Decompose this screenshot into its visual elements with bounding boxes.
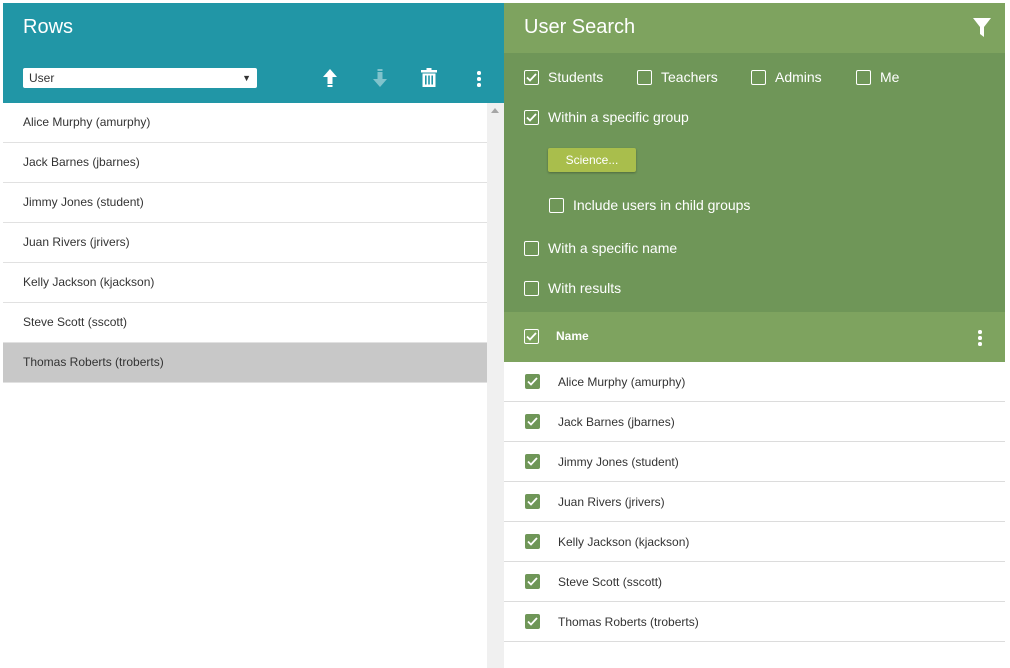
- checkbox-icon: [856, 69, 871, 85]
- row-label: Jimmy Jones (student): [558, 455, 679, 469]
- teachers-label: Teachers: [661, 69, 718, 85]
- list-item[interactable]: Steve Scott (sscott): [3, 303, 487, 343]
- table-row[interactable]: Steve Scott (sscott): [504, 562, 1005, 602]
- table-row[interactable]: Kelly Jackson (kjackson): [504, 522, 1005, 562]
- search-filters: Students Teachers Admins Me Within a spe…: [504, 53, 1005, 312]
- within-group-label: Within a specific group: [548, 109, 689, 125]
- checkbox-checked-icon: [524, 329, 539, 344]
- checkbox-checked-icon[interactable]: [525, 414, 540, 429]
- within-group-checkbox[interactable]: Within a specific group: [524, 109, 689, 125]
- more-vert-icon[interactable]: [978, 330, 982, 346]
- include-child-groups-label: Include users in child groups: [573, 197, 751, 213]
- filter-icon[interactable]: [973, 18, 991, 43]
- admins-label: Admins: [775, 69, 822, 85]
- results-list: Alice Murphy (amurphy) Jack Barnes (jbar…: [504, 362, 1005, 642]
- checkbox-checked-icon: [524, 109, 539, 125]
- checkbox-icon: [637, 69, 652, 85]
- select-all-checkbox[interactable]: [524, 329, 548, 344]
- user-search-title: User Search: [524, 16, 636, 38]
- list-item[interactable]: Kelly Jackson (kjackson): [3, 263, 487, 303]
- table-row[interactable]: Juan Rivers (jrivers): [504, 482, 1005, 522]
- table-row[interactable]: Thomas Roberts (troberts): [504, 602, 1005, 642]
- students-checkbox[interactable]: Students: [524, 69, 603, 85]
- checkbox-checked-icon[interactable]: [525, 374, 540, 389]
- rows-panel: Rows User ▼ Alice Murphy (amurphy) Jack …: [3, 3, 504, 668]
- chevron-down-icon: ▼: [242, 73, 251, 83]
- row-label: Juan Rivers (jrivers): [558, 495, 665, 509]
- list-item[interactable]: Alice Murphy (amurphy): [3, 103, 487, 143]
- checkbox-checked-icon[interactable]: [525, 614, 540, 629]
- rows-header: Rows User ▼: [3, 3, 504, 103]
- with-results-checkbox[interactable]: With results: [524, 280, 621, 296]
- row-label: Kelly Jackson (kjackson): [558, 535, 690, 549]
- rows-title: Rows: [23, 16, 74, 38]
- include-child-groups-checkbox[interactable]: Include users in child groups: [549, 197, 750, 213]
- move-down-icon[interactable]: [369, 66, 391, 90]
- group-select-button[interactable]: Science...: [548, 148, 636, 172]
- checkbox-checked-icon[interactable]: [525, 454, 540, 469]
- user-search-panel: User Search Students Teachers Admins Me: [504, 3, 1005, 668]
- rows-list: Alice Murphy (amurphy) Jack Barnes (jbar…: [3, 103, 487, 383]
- delete-icon[interactable]: [418, 66, 440, 90]
- scrollbar[interactable]: [487, 103, 504, 668]
- checkbox-icon: [751, 69, 766, 85]
- checkbox-checked-icon[interactable]: [525, 494, 540, 509]
- list-item[interactable]: Jack Barnes (jbarnes): [3, 143, 487, 183]
- results-table-header: Name: [504, 312, 1005, 362]
- checkbox-icon: [549, 197, 564, 213]
- row-label: Alice Murphy (amurphy): [558, 375, 686, 389]
- checkbox-checked-icon: [524, 69, 539, 85]
- scroll-up-arrow-icon[interactable]: [491, 108, 499, 113]
- teachers-checkbox[interactable]: Teachers: [637, 69, 718, 85]
- checkbox-checked-icon[interactable]: [525, 534, 540, 549]
- table-row[interactable]: Alice Murphy (amurphy): [504, 362, 1005, 402]
- checkbox-checked-icon[interactable]: [525, 574, 540, 589]
- row-type-select[interactable]: User ▼: [23, 68, 257, 88]
- specific-name-checkbox[interactable]: With a specific name: [524, 240, 677, 256]
- list-item-selected[interactable]: Thomas Roberts (troberts): [3, 343, 487, 383]
- list-item[interactable]: Juan Rivers (jrivers): [3, 223, 487, 263]
- students-label: Students: [548, 69, 604, 85]
- list-item[interactable]: Jimmy Jones (student): [3, 183, 487, 223]
- checkbox-icon: [524, 240, 539, 256]
- me-label: Me: [880, 69, 900, 85]
- me-checkbox[interactable]: Me: [856, 69, 899, 85]
- row-label: Steve Scott (sscott): [558, 575, 663, 589]
- row-label: Thomas Roberts (troberts): [558, 615, 699, 629]
- move-up-icon[interactable]: [319, 66, 341, 90]
- table-row[interactable]: Jack Barnes (jbarnes): [504, 402, 1005, 442]
- name-column-header[interactable]: Name: [556, 329, 589, 343]
- with-results-label: With results: [548, 280, 622, 296]
- user-search-header: User Search: [504, 3, 1005, 53]
- admins-checkbox[interactable]: Admins: [751, 69, 822, 85]
- table-row[interactable]: Jimmy Jones (student): [504, 442, 1005, 482]
- row-label: Jack Barnes (jbarnes): [558, 415, 675, 429]
- checkbox-icon: [524, 280, 539, 296]
- specific-name-label: With a specific name: [548, 240, 678, 256]
- more-vert-icon[interactable]: [477, 71, 481, 87]
- row-type-select-value: User: [29, 71, 55, 85]
